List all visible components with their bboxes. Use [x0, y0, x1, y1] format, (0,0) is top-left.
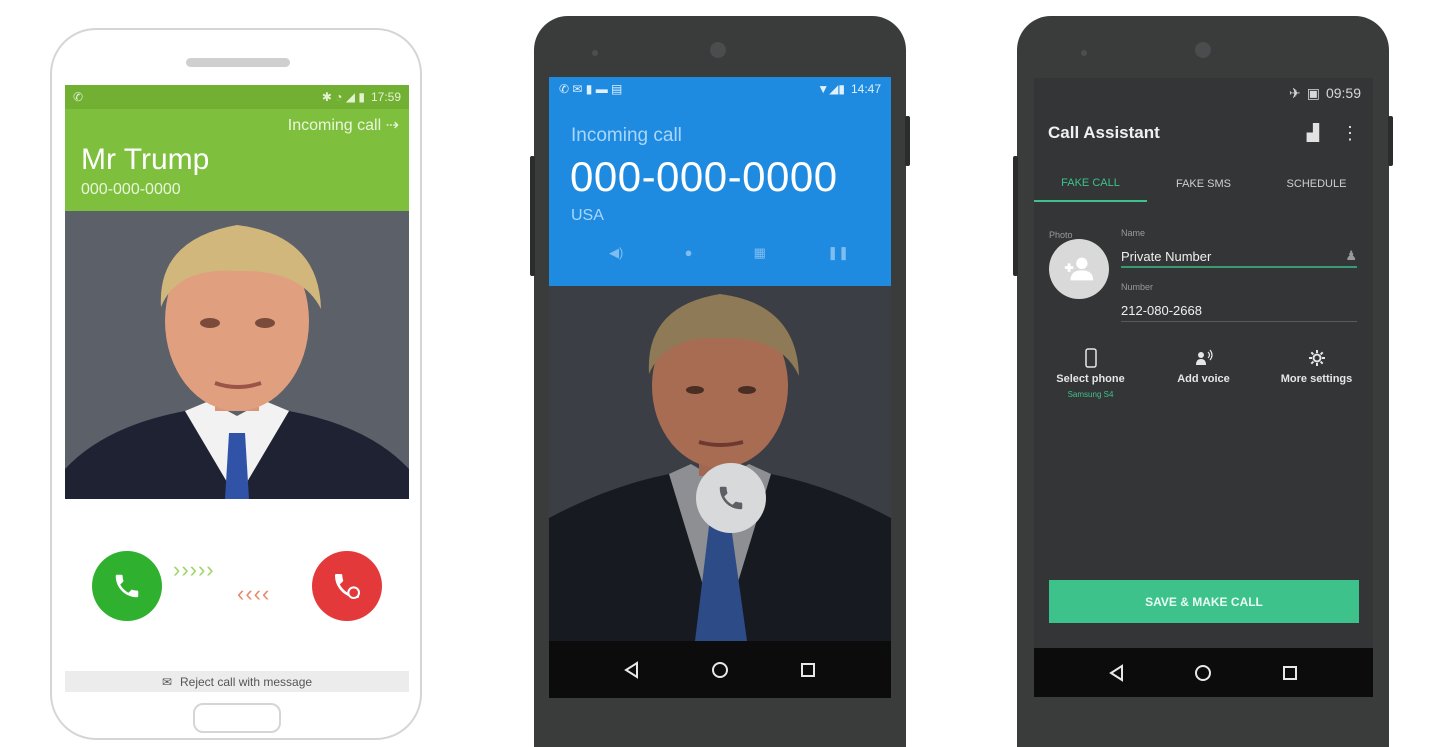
reject-call-button[interactable]: [312, 551, 382, 621]
answer-call-button[interactable]: [696, 463, 766, 533]
swipe-right-arrows: ›››››: [173, 557, 215, 582]
voice-icon: [1195, 349, 1213, 365]
phone-answer-icon: [115, 574, 139, 598]
incoming-call-label: Incoming call ⇢: [287, 117, 399, 134]
tab-schedule[interactable]: SCHEDULE: [1260, 166, 1373, 202]
status-time: 17:59: [370, 90, 401, 104]
call-header-blue: ✆ ✉ ▮ ▬ ▤ ▼◢▮ 14:47 Incoming call 000-00…: [549, 77, 891, 286]
arrow-icon: ⇢: [385, 117, 399, 134]
front-camera: [1195, 42, 1211, 58]
name-value: Private Number: [1121, 248, 1212, 264]
select-phone-sub: Samsung S4: [1067, 390, 1114, 399]
status-bar: ✆ ✱ ◔ ◢ ▮ 17:59: [65, 85, 409, 109]
lock-icon: ▣: [1306, 84, 1320, 101]
front-camera: [710, 42, 726, 58]
mute-icon[interactable]: ●: [685, 245, 693, 261]
android-navigation-bar: [549, 641, 891, 698]
power-button: [1388, 116, 1393, 166]
call-controls: ››››› ‹‹‹‹: [65, 499, 409, 671]
back-icon[interactable]: [623, 660, 641, 679]
call-assistant-screen: ✈ ▣ 09:59 Call Assistant ▟ ⋮ FAKE CALL F…: [1034, 78, 1373, 697]
phone-answer-icon: [719, 486, 743, 510]
phone-status-icon: ✆: [73, 90, 84, 104]
save-and-make-call-button[interactable]: SAVE & MAKE CALL: [1049, 580, 1359, 623]
overflow-menu-icon[interactable]: ⋮: [1341, 123, 1359, 144]
call-options: Select phone Samsung S4 Add voice More s…: [1034, 348, 1373, 399]
caller-number: 000-000-0000: [81, 181, 181, 198]
home-button[interactable]: [193, 703, 281, 733]
select-phone-label: Select phone: [1056, 373, 1125, 385]
add-voice-label: Add voice: [1177, 373, 1230, 385]
add-voice-option[interactable]: Add voice: [1147, 348, 1260, 399]
app-bar: Call Assistant ▟ ⋮: [1034, 108, 1373, 158]
select-phone-option[interactable]: Select phone Samsung S4: [1034, 348, 1147, 399]
reject-message-label: Reject call with message: [180, 674, 313, 689]
tab-bar: FAKE CALL FAKE SMS SCHEDULE: [1034, 166, 1373, 202]
swipe-left-arrows: ‹‹‹‹: [237, 581, 271, 606]
gear-icon: [1308, 350, 1325, 366]
photo-label: Photo: [1049, 230, 1073, 240]
message-icon: ✉: [161, 674, 172, 689]
reject-with-message-bar[interactable]: ✉ Reject call with message: [65, 671, 409, 692]
status-time: 14:47: [850, 82, 881, 96]
caller-header: Incoming call ⇢ Mr Trump 000-000-0000: [65, 109, 409, 211]
caller-number: 000-000-0000: [570, 153, 838, 200]
caller-photo: [65, 211, 409, 499]
caller-name: Mr Trump: [81, 143, 210, 176]
tab-fake-sms[interactable]: FAKE SMS: [1147, 166, 1260, 202]
incoming-call-label: Incoming call: [571, 125, 682, 146]
power-button: [905, 116, 910, 166]
sensor-dot: [592, 50, 598, 56]
recents-icon[interactable]: [799, 661, 817, 679]
status-bar: ✆ ✉ ▮ ▬ ▤ ▼◢▮ 14:47: [549, 77, 891, 101]
home-icon[interactable]: [710, 660, 730, 680]
more-settings-label: More settings: [1280, 373, 1353, 385]
phone-device-icon: [1084, 348, 1097, 368]
volume-button: [530, 156, 535, 276]
number-input[interactable]: 212-080-2668: [1121, 300, 1357, 322]
dialpad-icon[interactable]: ▦: [754, 245, 766, 261]
signal-icons: ▼◢▮: [817, 82, 845, 96]
accept-call-button[interactable]: [92, 551, 162, 621]
more-settings-option[interactable]: More settings: [1260, 348, 1373, 399]
add-photo-button[interactable]: [1049, 239, 1109, 299]
name-label: Name: [1121, 228, 1146, 238]
caller-country: USA: [571, 207, 604, 224]
phone-mockup-1: ✆ ✱ ◔ ◢ ▮ 17:59 Incoming call ⇢ Mr Trump…: [50, 28, 422, 740]
back-icon[interactable]: [1108, 663, 1126, 682]
tab-fake-call[interactable]: FAKE CALL: [1034, 166, 1147, 202]
notification-icons: ✆ ✉ ▮ ▬ ▤: [559, 82, 623, 96]
sensor-dot: [1081, 50, 1087, 56]
number-value: 212-080-2668: [1121, 303, 1202, 318]
phone-mockup-2: ✆ ✉ ▮ ▬ ▤ ▼◢▮ 14:47 Incoming call 000-00…: [530, 16, 910, 747]
volume-button: [1013, 156, 1018, 276]
recents-icon[interactable]: [1281, 664, 1299, 682]
status-time: 09:59: [1325, 85, 1361, 101]
caller-photo: [549, 286, 891, 641]
app-title: Call Assistant: [1048, 123, 1160, 142]
speaker-grille: [186, 58, 290, 67]
signal-icons: ✱ ◔ ◢ ▮: [321, 90, 365, 104]
airplane-icon: ✈: [1288, 84, 1301, 101]
home-icon[interactable]: [1193, 663, 1213, 683]
caller-id-icon[interactable]: ▟: [1307, 123, 1319, 143]
hold-icon[interactable]: ❚❚: [827, 245, 849, 261]
contact-picker-icon[interactable]: ♟: [1345, 248, 1357, 264]
status-bar: ✈ ▣ 09:59: [1034, 78, 1373, 108]
number-label: Number: [1121, 282, 1154, 292]
name-input[interactable]: Private Number ♟: [1121, 246, 1357, 268]
phone-mockup-3: ✈ ▣ 09:59 Call Assistant ▟ ⋮ FAKE CALL F…: [1013, 16, 1393, 747]
call-options: ◀) ● ▦ ❚❚: [609, 245, 849, 261]
incoming-call-screen-1: ✆ ✱ ◔ ◢ ▮ 17:59 Incoming call ⇢ Mr Trump…: [65, 85, 409, 692]
speaker-icon[interactable]: ◀): [609, 245, 623, 261]
add-person-icon: [1064, 257, 1094, 281]
phone-hangup-icon: [335, 574, 360, 599]
android-navigation-bar: [1034, 648, 1373, 697]
incoming-call-screen-2: ✆ ✉ ▮ ▬ ▤ ▼◢▮ 14:47 Incoming call 000-00…: [549, 77, 891, 698]
